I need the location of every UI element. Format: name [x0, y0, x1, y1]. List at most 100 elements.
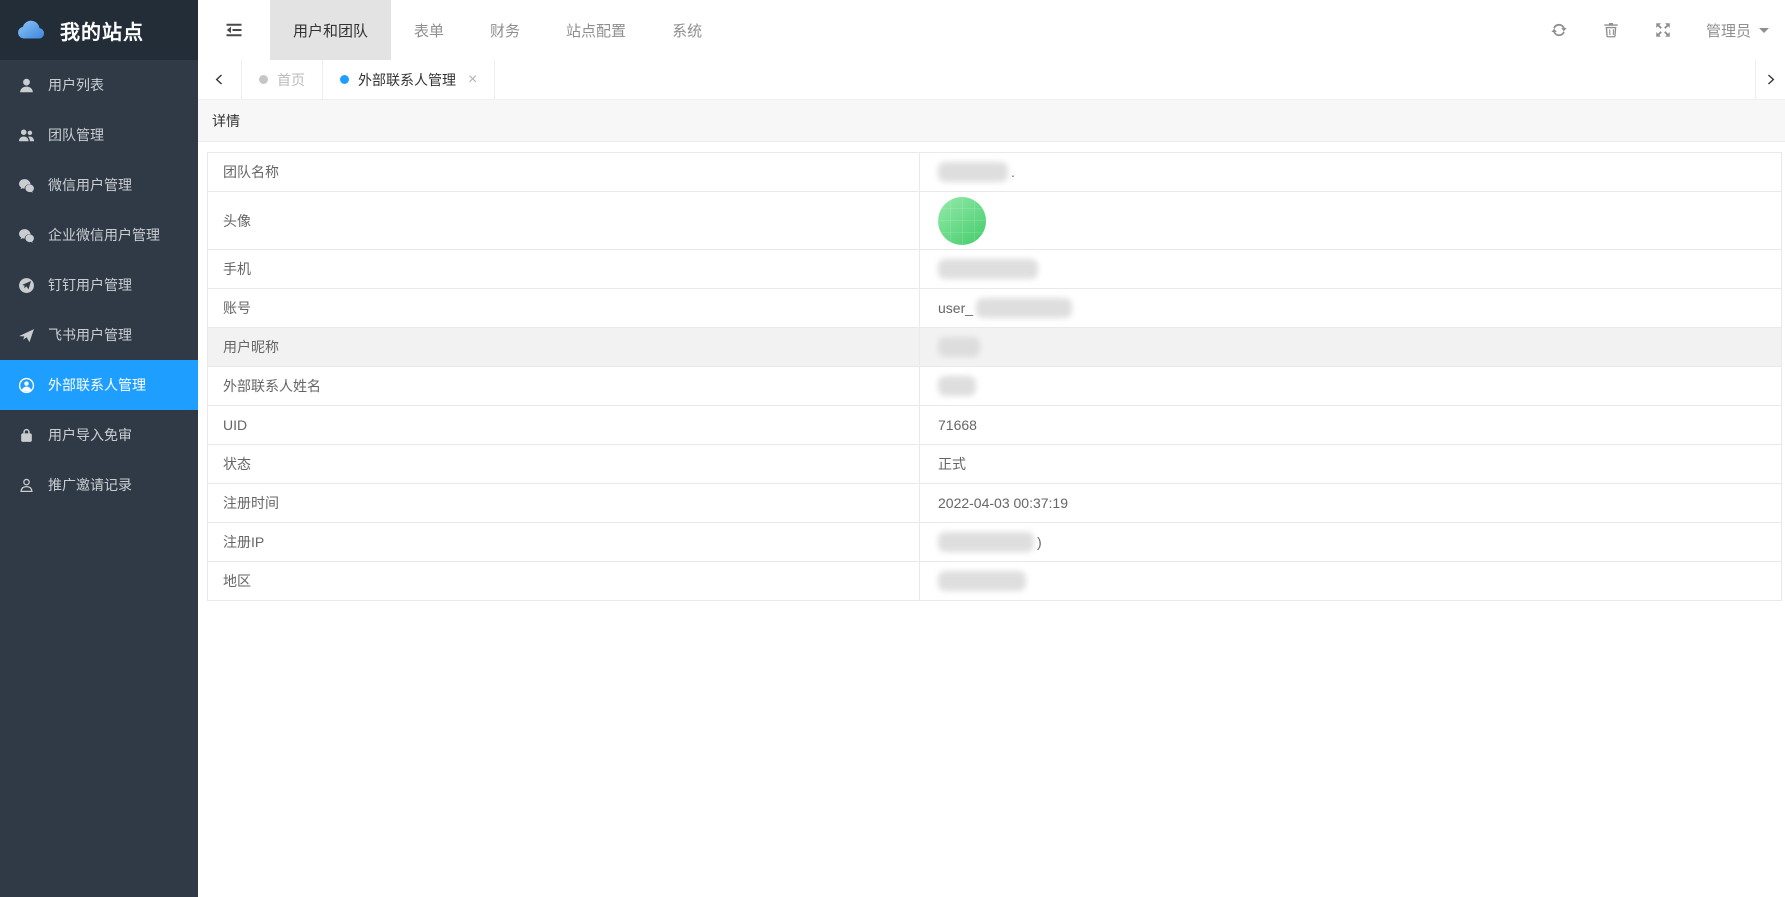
sidebar-item-label: 企业微信用户管理	[48, 225, 160, 245]
chevron-right-icon	[1764, 73, 1777, 86]
sidebar-item-label: 团队管理	[48, 125, 104, 145]
user-icon	[18, 77, 35, 94]
sidebar-item-label: 微信用户管理	[48, 175, 132, 195]
action-refresh[interactable]	[1550, 21, 1568, 39]
row-label: 用户昵称	[208, 328, 920, 366]
top-menu-item[interactable]: 表单	[391, 0, 467, 60]
paper-plane-icon	[18, 327, 35, 344]
table-row: 地区	[208, 562, 1781, 601]
sidebar-item[interactable]: 钉钉用户管理	[0, 260, 198, 310]
nav-actions: 管理员	[1550, 0, 1785, 60]
site-name: 我的站点	[60, 16, 144, 45]
tab-bar: 首页 外部联系人管理 ×	[198, 60, 1785, 100]
redacted-value	[938, 571, 1026, 591]
tabs-scroll-right-button[interactable]	[1755, 60, 1785, 99]
site-logo[interactable]: 我的站点	[0, 0, 198, 60]
row-value-prefix: user_	[938, 300, 973, 316]
top-menu-item[interactable]: 系统	[649, 0, 725, 60]
collapse-menu-icon	[224, 20, 244, 40]
tab-label: 外部联系人管理	[358, 70, 456, 90]
sidebar-item[interactable]: 飞书用户管理	[0, 310, 198, 360]
row-value: 2022-04-03 00:37:19	[920, 484, 1781, 522]
collapse-sidebar-button[interactable]	[198, 0, 270, 60]
redacted-value	[938, 259, 1038, 279]
page-header: 详情	[198, 100, 1785, 142]
wechat-icon	[18, 177, 35, 194]
row-value-text: 2022-04-03 00:37:19	[938, 495, 1068, 511]
tab-close-icon[interactable]: ×	[468, 72, 477, 88]
row-value: 71668	[920, 406, 1781, 444]
table-row: 状态正式	[208, 445, 1781, 484]
row-value	[920, 328, 1781, 366]
row-value-suffix: .	[1011, 164, 1015, 180]
sidebar-item[interactable]: 团队管理	[0, 110, 198, 160]
sidebar-item[interactable]: 用户导入免审	[0, 410, 198, 460]
top-menu-item[interactable]: 财务	[467, 0, 543, 60]
sidebar: 我的站点 用户列表团队管理微信用户管理企业微信用户管理钉钉用户管理飞书用户管理外…	[0, 0, 198, 897]
row-value-suffix: )	[1037, 534, 1042, 550]
sidebar-item-label: 钉钉用户管理	[48, 275, 132, 295]
table-row: 头像	[208, 192, 1781, 250]
redacted-value	[938, 376, 976, 396]
wecom-icon	[18, 227, 35, 244]
row-label: 状态	[208, 445, 920, 483]
row-label: 手机	[208, 250, 920, 288]
main-area: 用户和团队表单财务站点配置系统 管理员 首页 外部联系人管理 ×	[198, 0, 1785, 897]
row-label: 地区	[208, 562, 920, 600]
sidebar-item[interactable]: 企业微信用户管理	[0, 210, 198, 260]
table-row: 手机	[208, 250, 1781, 289]
tab-item[interactable]: 外部联系人管理 ×	[323, 60, 495, 99]
row-value	[920, 562, 1781, 600]
row-value-text: 正式	[938, 454, 966, 474]
top-navbar: 用户和团队表单财务站点配置系统 管理员	[198, 0, 1785, 60]
top-menu-item[interactable]: 站点配置	[543, 0, 649, 60]
action-clear-cache[interactable]	[1602, 21, 1620, 39]
sidebar-item[interactable]: 用户列表	[0, 60, 198, 110]
detail-table: 团队名称.头像手机账号user_用户昵称外部联系人姓名UID71668状态正式注…	[207, 152, 1782, 601]
sidebar-item[interactable]: 推广邀请记录	[0, 460, 198, 510]
redacted-value	[976, 298, 1072, 318]
table-row: 用户昵称	[208, 328, 1781, 367]
row-value	[920, 367, 1781, 405]
table-row: 注册IP)	[208, 523, 1781, 562]
sidebar-item[interactable]: 微信用户管理	[0, 160, 198, 210]
row-label: 注册IP	[208, 523, 920, 561]
tab-item[interactable]: 首页	[242, 60, 323, 99]
table-row: UID71668	[208, 406, 1781, 445]
row-value	[920, 250, 1781, 288]
external-contact-icon	[18, 377, 35, 394]
table-row: 团队名称.	[208, 153, 1781, 192]
tab-status-dot	[340, 75, 349, 84]
trash-icon	[1602, 21, 1620, 39]
row-value: 正式	[920, 445, 1781, 483]
cloud-icon	[15, 18, 49, 42]
sidebar-item-label: 用户导入免审	[48, 425, 132, 445]
top-menu-item[interactable]: 用户和团队	[270, 0, 391, 60]
team-icon	[18, 127, 35, 144]
page-title: 详情	[212, 111, 240, 131]
dingtalk-icon	[18, 277, 35, 294]
user-name: 管理员	[1706, 20, 1751, 41]
row-label: 团队名称	[208, 153, 920, 191]
lock-icon	[18, 427, 35, 444]
open-tabs: 首页 外部联系人管理 ×	[242, 60, 495, 99]
redacted-value	[938, 532, 1034, 552]
tabs-scroll-left-button[interactable]	[198, 60, 242, 99]
content-area: 团队名称.头像手机账号user_用户昵称外部联系人姓名UID71668状态正式注…	[198, 142, 1785, 897]
row-label: 外部联系人姓名	[208, 367, 920, 405]
sidebar-item-label: 推广邀请记录	[48, 475, 132, 495]
caret-down-icon	[1759, 28, 1769, 38]
tab-status-dot	[259, 75, 268, 84]
sidebar-item[interactable]: 外部联系人管理	[0, 360, 198, 410]
refresh-icon	[1550, 21, 1568, 39]
sidebar-item-label: 用户列表	[48, 75, 104, 95]
row-value: user_	[920, 289, 1781, 327]
user-dropdown[interactable]: 管理员	[1706, 20, 1769, 41]
invite-icon	[18, 477, 35, 494]
action-fullscreen[interactable]	[1654, 21, 1672, 39]
row-value: .	[920, 153, 1781, 191]
top-menu-list: 用户和团队表单财务站点配置系统	[270, 0, 725, 60]
row-value	[920, 192, 1781, 249]
sidebar-item-label: 外部联系人管理	[48, 375, 146, 395]
row-value: )	[920, 523, 1781, 561]
